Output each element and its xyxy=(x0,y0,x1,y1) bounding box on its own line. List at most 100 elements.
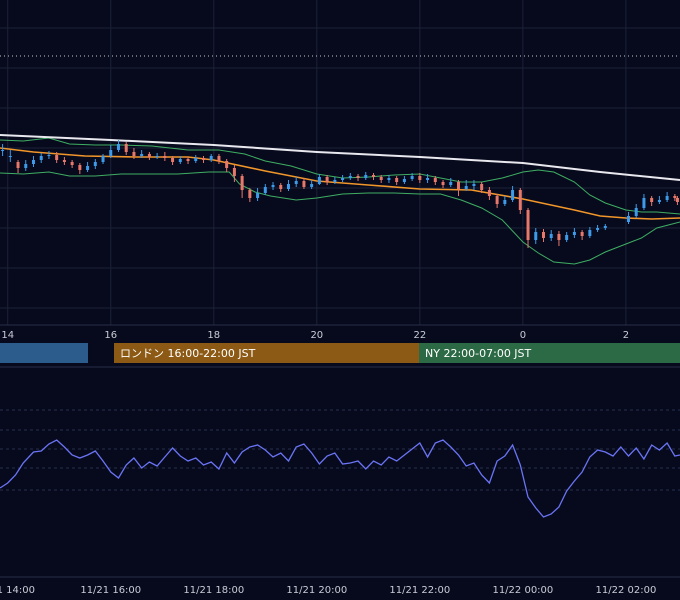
candle-up-body xyxy=(271,185,275,187)
candle-down-body xyxy=(62,160,66,162)
chart-background xyxy=(0,0,680,600)
time-tick-label: 11/22 00:00 xyxy=(492,585,553,596)
candle-down-body xyxy=(186,159,190,161)
candle-up-body xyxy=(348,176,352,178)
price-x-tick-label: 2 xyxy=(623,330,629,341)
price-x-tick-label: 20 xyxy=(310,330,323,341)
candle-down-body xyxy=(518,190,522,210)
price-x-tick-label: 18 xyxy=(207,330,220,341)
candle-up-body xyxy=(24,164,28,168)
session-label: ロンドン 16:00-22:00 JST xyxy=(120,347,256,360)
candle-down-body xyxy=(356,176,360,178)
price-x-tick-label: 22 xyxy=(413,330,426,341)
time-tick-label: 11/21 22:00 xyxy=(389,585,450,596)
candle-up-body xyxy=(155,156,159,157)
trading-chart: 14 16 18 20 22 0 2 ロンドン 16:00-22:00 JST NY 22:0… xyxy=(0,0,680,600)
candle-up-body xyxy=(140,154,144,156)
candle-down-body xyxy=(557,234,561,240)
candle-down-body xyxy=(171,158,175,162)
candle-down-body xyxy=(279,185,283,189)
candle-up-body xyxy=(333,180,337,182)
candle-up-body xyxy=(1,150,5,151)
candle-down-body xyxy=(456,182,460,189)
time-tick-label: 11/21 20:00 xyxy=(286,585,347,596)
candle-up-body xyxy=(310,184,314,187)
candle-up-body xyxy=(116,144,120,150)
candle-down-body xyxy=(580,232,584,236)
candle-up-body xyxy=(286,184,290,189)
candle-up-body xyxy=(565,235,569,240)
candle-up-body xyxy=(256,193,260,198)
candle-up-body xyxy=(449,182,453,185)
candle-down-body xyxy=(78,165,82,170)
candle-down-body xyxy=(225,161,229,168)
candle-up-body xyxy=(410,176,414,179)
candle-up-body xyxy=(178,159,182,162)
candle-down-body xyxy=(650,198,654,202)
candle-down-body xyxy=(395,178,399,182)
candle-up-body xyxy=(387,178,391,180)
candle-up-body xyxy=(603,226,607,228)
time-tick-label: 11/21 16:00 xyxy=(80,585,141,596)
candle-up-body xyxy=(426,178,430,180)
candle-up-body xyxy=(194,158,198,161)
candle-down-body xyxy=(675,198,679,202)
candle-up-body xyxy=(209,156,213,160)
price-x-tick-label: 14 xyxy=(1,330,14,341)
candle-up-body xyxy=(464,186,468,189)
candle-up-body xyxy=(511,190,515,200)
candle-up-body xyxy=(472,184,476,186)
candle-down-body xyxy=(526,210,530,240)
candle-down-body xyxy=(147,154,151,157)
candle-up-body xyxy=(657,200,661,202)
session-band xyxy=(0,343,88,363)
candle-down-body xyxy=(201,158,205,160)
candle-up-body xyxy=(317,177,321,184)
candle-down-body xyxy=(124,144,128,152)
candle-down-body xyxy=(240,176,244,190)
candle-up-body xyxy=(642,198,646,208)
candle-down-body xyxy=(379,177,383,180)
time-tick-label: 1/21 14:00 xyxy=(0,585,35,596)
candle-up-body xyxy=(572,232,576,235)
session-label: NY 22:00-07:00 JST xyxy=(425,347,532,360)
candle-up-body xyxy=(364,175,368,178)
candle-up-body xyxy=(31,160,35,164)
candle-down-body xyxy=(16,162,20,168)
candle-up-body xyxy=(263,187,267,193)
candle-down-body xyxy=(163,156,167,158)
candle-down-body xyxy=(132,152,136,156)
candle-up-body xyxy=(39,156,43,160)
time-tick-label: 11/21 18:00 xyxy=(183,585,244,596)
candle-down-body xyxy=(217,156,221,161)
candle-down-body xyxy=(487,190,491,196)
candle-up-body xyxy=(588,230,592,236)
candle-down-body xyxy=(55,155,59,160)
time-tick-label: 11/22 02:00 xyxy=(595,585,656,596)
candle-down-body xyxy=(495,196,499,204)
candle-up-body xyxy=(294,181,298,184)
candle-up-body xyxy=(503,200,507,204)
candle-down-body xyxy=(418,176,422,180)
candle-down-body xyxy=(433,178,437,182)
candle-up-body xyxy=(341,178,345,180)
price-x-tick-label: 0 xyxy=(520,330,526,341)
candle-down-body xyxy=(441,182,445,185)
candle-up-body xyxy=(402,179,406,182)
candle-up-body xyxy=(93,162,97,166)
candle-down-body xyxy=(302,181,306,187)
candle-up-body xyxy=(109,150,113,156)
candle-down-body xyxy=(248,190,252,198)
candle-up-body xyxy=(634,208,638,216)
candle-down-body xyxy=(480,184,484,190)
candle-down-body xyxy=(673,196,677,198)
candle-up-body xyxy=(101,156,105,162)
candle-up-body xyxy=(626,216,630,222)
candle-up-body xyxy=(596,228,600,230)
candle-down-body xyxy=(541,232,545,238)
candle-down-body xyxy=(325,177,329,182)
candle-down-body xyxy=(70,162,74,165)
price-x-tick-label: 16 xyxy=(104,330,117,341)
candle-down-body xyxy=(232,168,236,176)
candle-up-body xyxy=(8,156,12,157)
